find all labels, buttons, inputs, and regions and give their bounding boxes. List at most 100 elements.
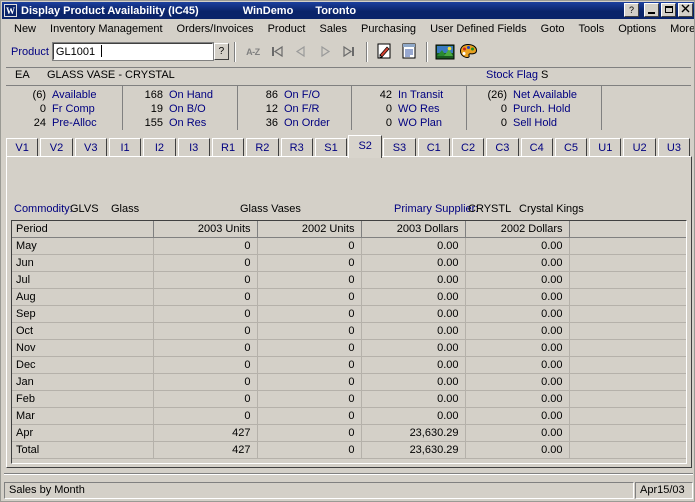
table-row[interactable]: Aug 0 0 0.00 0.00 bbox=[12, 288, 686, 306]
stat-wo-plan: 0 WO Plan bbox=[352, 116, 466, 130]
tab-s1[interactable]: S1 bbox=[314, 138, 348, 158]
minimize-button[interactable] bbox=[644, 3, 659, 17]
table-row[interactable]: Dec 0 0 0.00 0.00 bbox=[12, 356, 686, 374]
table-row[interactable]: Nov 0 0 0.00 0.00 bbox=[12, 339, 686, 357]
window-controls: ? bbox=[624, 3, 693, 17]
table-row[interactable]: Oct 0 0 0.00 0.00 bbox=[12, 322, 686, 340]
cell-period: Jan bbox=[12, 373, 154, 391]
table-row-total[interactable]: Total 427 0 23,630.29 0.00 bbox=[12, 441, 686, 459]
column-header-2003-dollars[interactable]: 2003 Dollars bbox=[361, 221, 466, 238]
tab-s2[interactable]: S2 bbox=[348, 135, 383, 158]
menu-item-purchasing[interactable]: Purchasing bbox=[354, 21, 423, 37]
tab-r2[interactable]: R2 bbox=[246, 138, 279, 158]
column-header-period[interactable]: Period bbox=[12, 221, 154, 238]
stat-value: (6) bbox=[32, 89, 46, 101]
stat-value: 86 bbox=[265, 89, 278, 101]
stat-label: On Res bbox=[169, 117, 207, 129]
last-record-button[interactable] bbox=[338, 41, 360, 62]
menu-item-new[interactable]: New bbox=[7, 21, 43, 37]
sales-table: Period 2003 Units 2002 Units 2003 Dollar… bbox=[12, 221, 686, 459]
next-record-button[interactable] bbox=[314, 41, 336, 62]
tab-r1[interactable]: R1 bbox=[211, 138, 245, 158]
tab-c5[interactable]: C5 bbox=[554, 138, 588, 158]
stat-value: 12 bbox=[265, 103, 278, 115]
cell-spacer bbox=[569, 305, 686, 323]
stat-label: Purch. Hold bbox=[513, 103, 571, 115]
tab-u1[interactable]: U1 bbox=[589, 138, 622, 158]
product-field-wrap bbox=[51, 42, 214, 61]
help-button[interactable]: ? bbox=[624, 3, 639, 17]
tab-i3[interactable]: I3 bbox=[177, 138, 210, 158]
tab-c3[interactable]: C3 bbox=[486, 138, 519, 158]
palette-button[interactable] bbox=[458, 41, 480, 62]
notes-button[interactable] bbox=[398, 41, 420, 62]
stock-flag-label: Stock Flag bbox=[486, 69, 538, 81]
cell-2002-dollars: 0.00 bbox=[465, 305, 570, 323]
table-row[interactable]: Apr 427 0 23,630.29 0.00 bbox=[12, 424, 686, 442]
cell-2003-units: 427 bbox=[153, 424, 258, 442]
product-input[interactable] bbox=[51, 42, 214, 61]
stat-value: 36 bbox=[265, 117, 278, 129]
table-row[interactable]: Jul 0 0 0.00 0.00 bbox=[12, 271, 686, 289]
sort-az-button[interactable]: A-Z bbox=[242, 41, 264, 62]
table-row[interactable]: May 0 0 0.00 0.00 bbox=[12, 237, 686, 255]
cell-2002-dollars: 0.00 bbox=[465, 271, 570, 289]
first-record-button[interactable] bbox=[266, 41, 288, 62]
table-row[interactable]: Mar 0 0 0.00 0.00 bbox=[12, 407, 686, 425]
tab-u3[interactable]: U3 bbox=[657, 138, 691, 158]
stat-value: 0 bbox=[385, 103, 392, 115]
menu-item-options[interactable]: Options bbox=[611, 21, 663, 37]
menu-item-orders-invoices[interactable]: Orders/Invoices bbox=[170, 21, 261, 37]
status-bar: Sales by Month Apr15/03 bbox=[4, 482, 693, 499]
tab-v1[interactable]: V1 bbox=[6, 138, 39, 158]
sort-az-icon: A-Z bbox=[246, 46, 260, 57]
tab-i2[interactable]: I2 bbox=[143, 138, 176, 158]
menu-item-user-defined-fields[interactable]: User Defined Fields bbox=[423, 21, 534, 37]
product-lookup-button[interactable]: ? bbox=[213, 43, 229, 60]
window-location: Toronto bbox=[315, 4, 357, 17]
tab-u2[interactable]: U2 bbox=[623, 138, 656, 158]
cell-2002-units: 0 bbox=[257, 322, 362, 340]
menu-item-tools[interactable]: Tools bbox=[572, 21, 612, 37]
cell-period: Jul bbox=[12, 271, 154, 289]
menu-item-product[interactable]: Product bbox=[261, 21, 313, 37]
title-bar: W Display Product Availability (IC45) Wi… bbox=[2, 2, 694, 19]
menu-item-more[interactable]: More bbox=[663, 21, 694, 37]
tab-s3[interactable]: S3 bbox=[383, 138, 416, 158]
tab-i1[interactable]: I1 bbox=[108, 138, 142, 158]
cell-2002-dollars: 0.00 bbox=[465, 390, 570, 408]
column-header-2003-units[interactable]: 2003 Units bbox=[153, 221, 258, 238]
previous-record-button[interactable] bbox=[290, 41, 312, 62]
stat-label: On F/O bbox=[284, 89, 321, 101]
edit-note-button[interactable] bbox=[374, 41, 396, 62]
tab-c2[interactable]: C2 bbox=[451, 138, 485, 158]
sales-by-month-grid[interactable]: Period 2003 Units 2002 Units 2003 Dollar… bbox=[11, 220, 687, 464]
maximize-button[interactable] bbox=[661, 3, 676, 17]
toolbar-separator-1 bbox=[233, 41, 236, 62]
column-header-2002-dollars[interactable]: 2002 Dollars bbox=[465, 221, 570, 238]
tab-v3[interactable]: V3 bbox=[74, 138, 107, 158]
tab-c1[interactable]: C1 bbox=[417, 138, 450, 158]
cell-spacer bbox=[569, 441, 686, 459]
table-row[interactable]: Jan 0 0 0.00 0.00 bbox=[12, 373, 686, 391]
table-row[interactable]: Sep 0 0 0.00 0.00 bbox=[12, 305, 686, 323]
table-row[interactable]: Jun 0 0 0.00 0.00 bbox=[12, 254, 686, 272]
first-record-icon bbox=[271, 45, 283, 58]
cell-2003-dollars: 0.00 bbox=[361, 254, 466, 272]
table-row[interactable]: Feb 0 0 0.00 0.00 bbox=[12, 390, 686, 408]
column-header-2002-units[interactable]: 2002 Units bbox=[257, 221, 362, 238]
menu-item-inventory-management[interactable]: Inventory Management bbox=[43, 21, 170, 37]
stat-value: 24 bbox=[33, 117, 46, 129]
stat-pre-alloc: 24 Pre-Alloc bbox=[6, 116, 122, 130]
image-button[interactable] bbox=[434, 41, 456, 62]
stat-available: (6) Available bbox=[6, 88, 122, 102]
close-button[interactable] bbox=[678, 3, 693, 17]
cell-2003-dollars: 0.00 bbox=[361, 373, 466, 391]
tab-r3[interactable]: R3 bbox=[280, 138, 313, 158]
tab-c4[interactable]: C4 bbox=[520, 138, 553, 158]
menu-item-sales[interactable]: Sales bbox=[312, 21, 354, 37]
tab-v2[interactable]: V2 bbox=[40, 138, 73, 158]
stat-label: Pre-Alloc bbox=[52, 117, 97, 129]
stat-label: On F/R bbox=[284, 103, 320, 115]
menu-item-goto[interactable]: Goto bbox=[534, 21, 572, 37]
